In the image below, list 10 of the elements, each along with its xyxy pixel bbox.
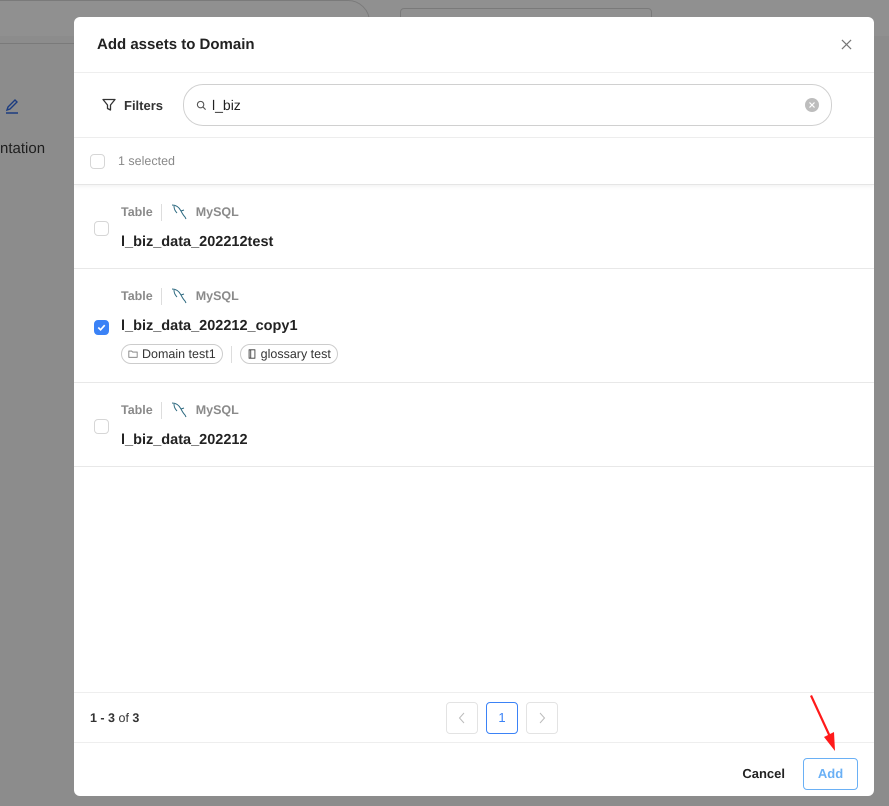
- page-summary: 1 - 3 of 3: [90, 710, 140, 724]
- service-name: MySQL: [196, 205, 239, 219]
- asset-type: Table: [121, 289, 153, 303]
- selection-count: 1 selected: [118, 154, 175, 168]
- asset-type: Table: [121, 403, 153, 417]
- service-name: MySQL: [196, 289, 239, 303]
- asset-type: Table: [121, 205, 153, 219]
- service-name: MySQL: [196, 403, 239, 417]
- tab-label: ntation: [0, 140, 46, 157]
- dialog-title: Add assets to Domain: [97, 36, 255, 53]
